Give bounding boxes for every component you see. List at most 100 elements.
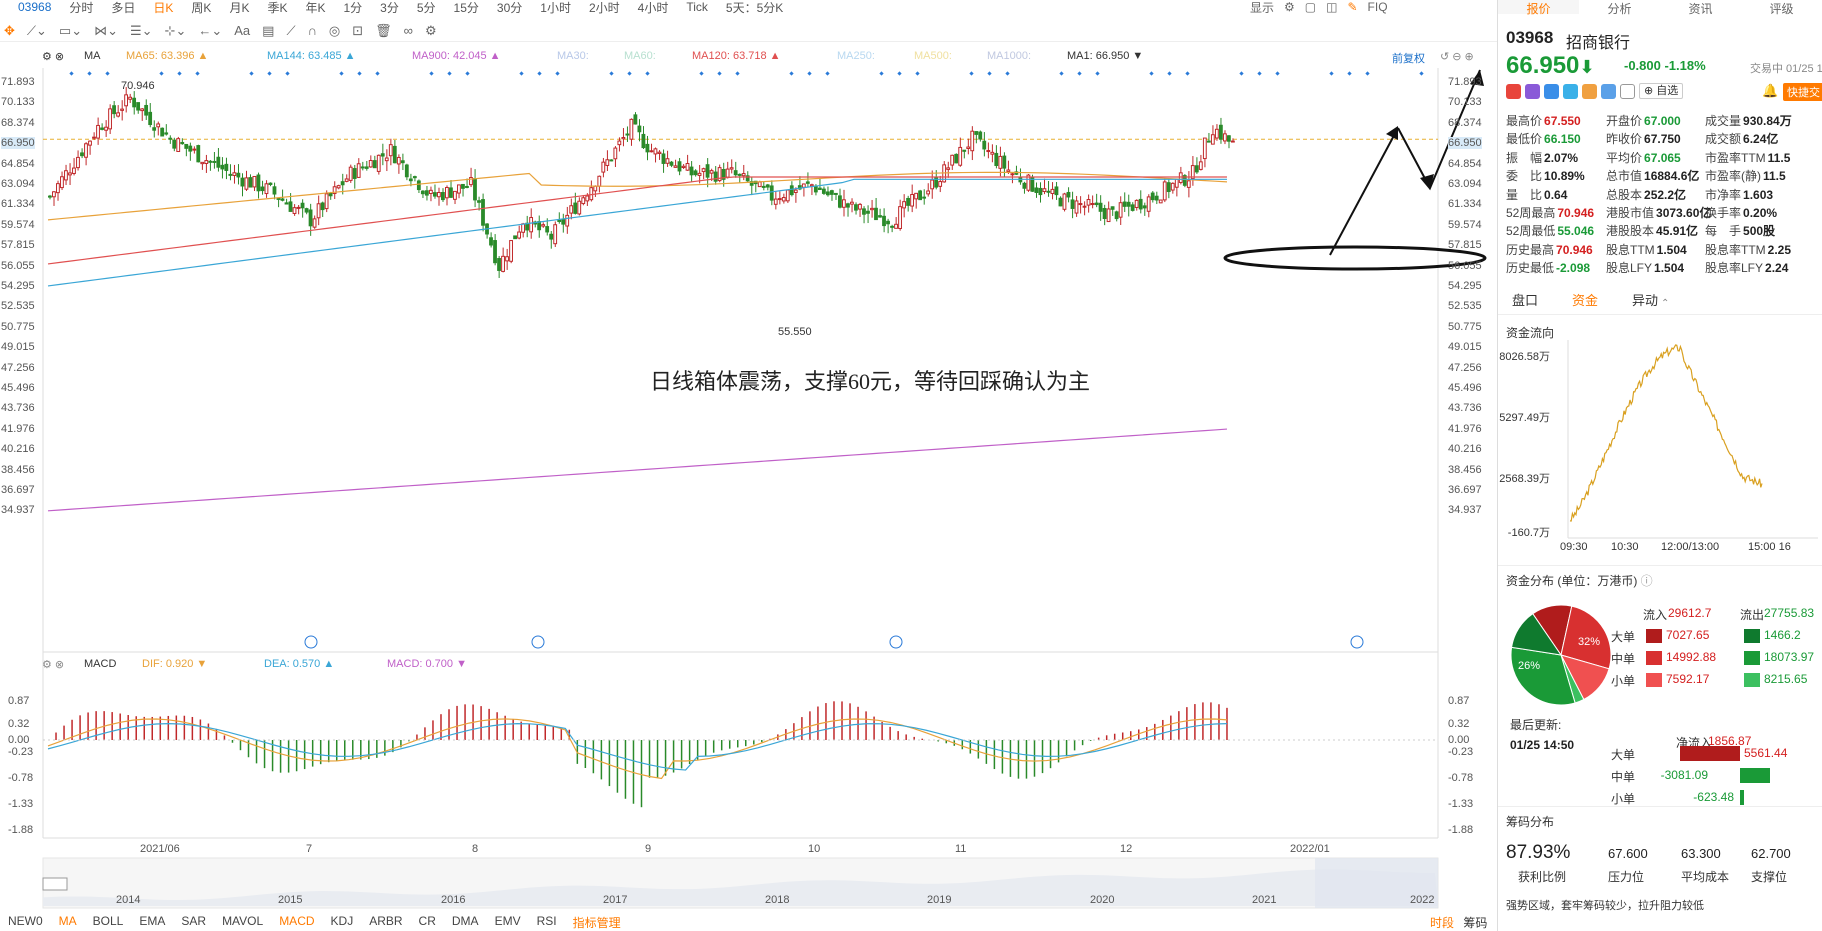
year-axis-label: 2016	[441, 894, 466, 906]
tab-capital[interactable]: 资金	[1572, 290, 1598, 309]
exchange-icon[interactable]	[1544, 83, 1559, 99]
indicator-tab[interactable]: MAVOL	[214, 914, 271, 931]
candle-body	[48, 195, 52, 198]
quote-value: 2.25	[1767, 242, 1792, 257]
financing-icon[interactable]	[1563, 83, 1578, 99]
candlestick-chart[interactable]	[0, 0, 1497, 931]
indicator-tab-active[interactable]: MACD	[271, 914, 322, 931]
candle-body	[833, 192, 838, 195]
price-axis-label-left: 71.893	[1, 76, 35, 88]
session-tab[interactable]: 时段	[1430, 916, 1454, 930]
year-axis-label: 2019	[927, 894, 952, 906]
indicator-manage-button[interactable]: 指标管理	[565, 914, 629, 931]
candle-body	[124, 94, 129, 107]
quote-label: 市盈率(静)	[1705, 169, 1761, 184]
stock-code-large: 03968	[1506, 28, 1554, 47]
indicator-tab[interactable]: DMA	[444, 914, 487, 931]
candle-body	[886, 220, 890, 225]
quote-cell: 昨收价 67.750	[1606, 130, 1681, 148]
candle-body	[164, 132, 169, 135]
candle-body	[1230, 140, 1235, 143]
candle-body	[950, 154, 955, 166]
indicator-tab[interactable]: EMV	[487, 914, 529, 931]
add-watchlist-button[interactable]: ⊕ 自选	[1639, 83, 1684, 99]
price-axis-label-right: 56.055	[1448, 259, 1482, 272]
dist-inflow-value: 7027.65	[1646, 628, 1709, 643]
event-marker	[177, 71, 182, 76]
quote-cell: 股息LFY 1.504	[1606, 259, 1684, 277]
year-axis-label: 2018	[765, 894, 790, 906]
price-axis-label-right: 41.976	[1448, 422, 1482, 435]
candle-body	[76, 156, 80, 169]
event-marker	[447, 71, 452, 76]
quote-cell: 平均价 67.065	[1606, 149, 1681, 167]
link-icon[interactable]	[1582, 83, 1597, 99]
connect-icon[interactable]	[1525, 83, 1540, 99]
candle-body	[457, 184, 461, 194]
candle-body	[537, 221, 542, 231]
indicator-tab[interactable]: MA	[51, 914, 85, 931]
indicator-tab[interactable]: KDJ	[323, 914, 362, 931]
candle-body	[481, 199, 485, 226]
tag-icon[interactable]	[1601, 83, 1616, 99]
candle-body	[829, 190, 834, 195]
tab-news[interactable]: 资讯	[1660, 0, 1741, 16]
candle-body	[585, 195, 590, 202]
macd-settings-icon[interactable]: ⚙ ⊗	[42, 658, 64, 671]
candle-body	[400, 160, 405, 164]
year-axis-label: 2022	[1410, 894, 1435, 906]
tab-movement[interactable]: 异动	[1632, 290, 1658, 309]
candle-body	[132, 97, 137, 108]
quote-label: 股息LFY	[1606, 261, 1653, 276]
candle-body	[493, 240, 497, 264]
dist-inflow-value: 7592.17	[1646, 672, 1709, 687]
candle-body	[509, 240, 513, 262]
quote-value: 1.504	[1654, 261, 1685, 276]
macd-axis-label-left: -0.78	[8, 772, 34, 784]
quote-value: 2.24	[1765, 261, 1789, 276]
indicator-tab[interactable]: NEW0	[0, 914, 51, 931]
help-icon[interactable]: ⓘ	[1641, 574, 1653, 588]
indicator-tab[interactable]: RSI	[529, 914, 565, 931]
note-icon[interactable]	[1620, 83, 1635, 99]
candle-body	[380, 153, 385, 157]
tab-rating[interactable]: 评级	[1741, 0, 1822, 16]
tab-quote[interactable]: 报价	[1498, 0, 1579, 16]
quote-cell: 历史最低 -2.098	[1506, 259, 1590, 277]
collapse-icon[interactable]: ⌃	[1661, 298, 1669, 309]
bell-icon[interactable]: 🔔	[1762, 83, 1778, 99]
candle-body	[344, 178, 349, 182]
candle-body	[1174, 178, 1179, 188]
candle-body	[1046, 190, 1051, 193]
candle-body	[729, 167, 734, 170]
chips-tab[interactable]: 筹码	[1463, 916, 1487, 930]
tab-orderbook[interactable]: 盘口	[1512, 290, 1538, 309]
price-axis-label-right: 70.133	[1448, 96, 1482, 109]
candle-body	[986, 150, 991, 153]
candle-body	[376, 154, 381, 172]
candle-body	[697, 172, 702, 176]
flow-axis-label: 2568.39万	[1499, 473, 1550, 485]
indicator-tab[interactable]: ARBR	[361, 914, 410, 931]
indicator-tab[interactable]: SAR	[173, 914, 214, 931]
candle-body	[160, 127, 165, 137]
tab-analysis[interactable]: 分析	[1579, 0, 1660, 16]
chip-value: 63.300	[1681, 846, 1721, 861]
quote-value: 11.5	[1767, 150, 1791, 165]
indicator-tab[interactable]: CR	[411, 914, 444, 931]
candle-body	[252, 175, 257, 188]
quote-label: 平均价	[1606, 150, 1643, 165]
macd-label[interactable]: MACD	[84, 658, 116, 670]
quote-value: 1.504	[1656, 242, 1687, 257]
quote-label: 每 手	[1705, 224, 1742, 239]
quote-label: 量 比	[1506, 187, 1543, 202]
event-marker	[1329, 71, 1334, 76]
event-marker	[195, 71, 200, 76]
candle-body	[789, 185, 794, 196]
quick-trade-button[interactable]: 快捷交	[1783, 83, 1822, 101]
quote-value: 10.89%	[1544, 169, 1585, 184]
indicator-tab[interactable]: BOLL	[85, 914, 132, 931]
quote-label: 成交额	[1705, 132, 1742, 147]
indicator-tab[interactable]: EMA	[131, 914, 173, 931]
hk-flag-icon[interactable]	[1506, 83, 1521, 99]
